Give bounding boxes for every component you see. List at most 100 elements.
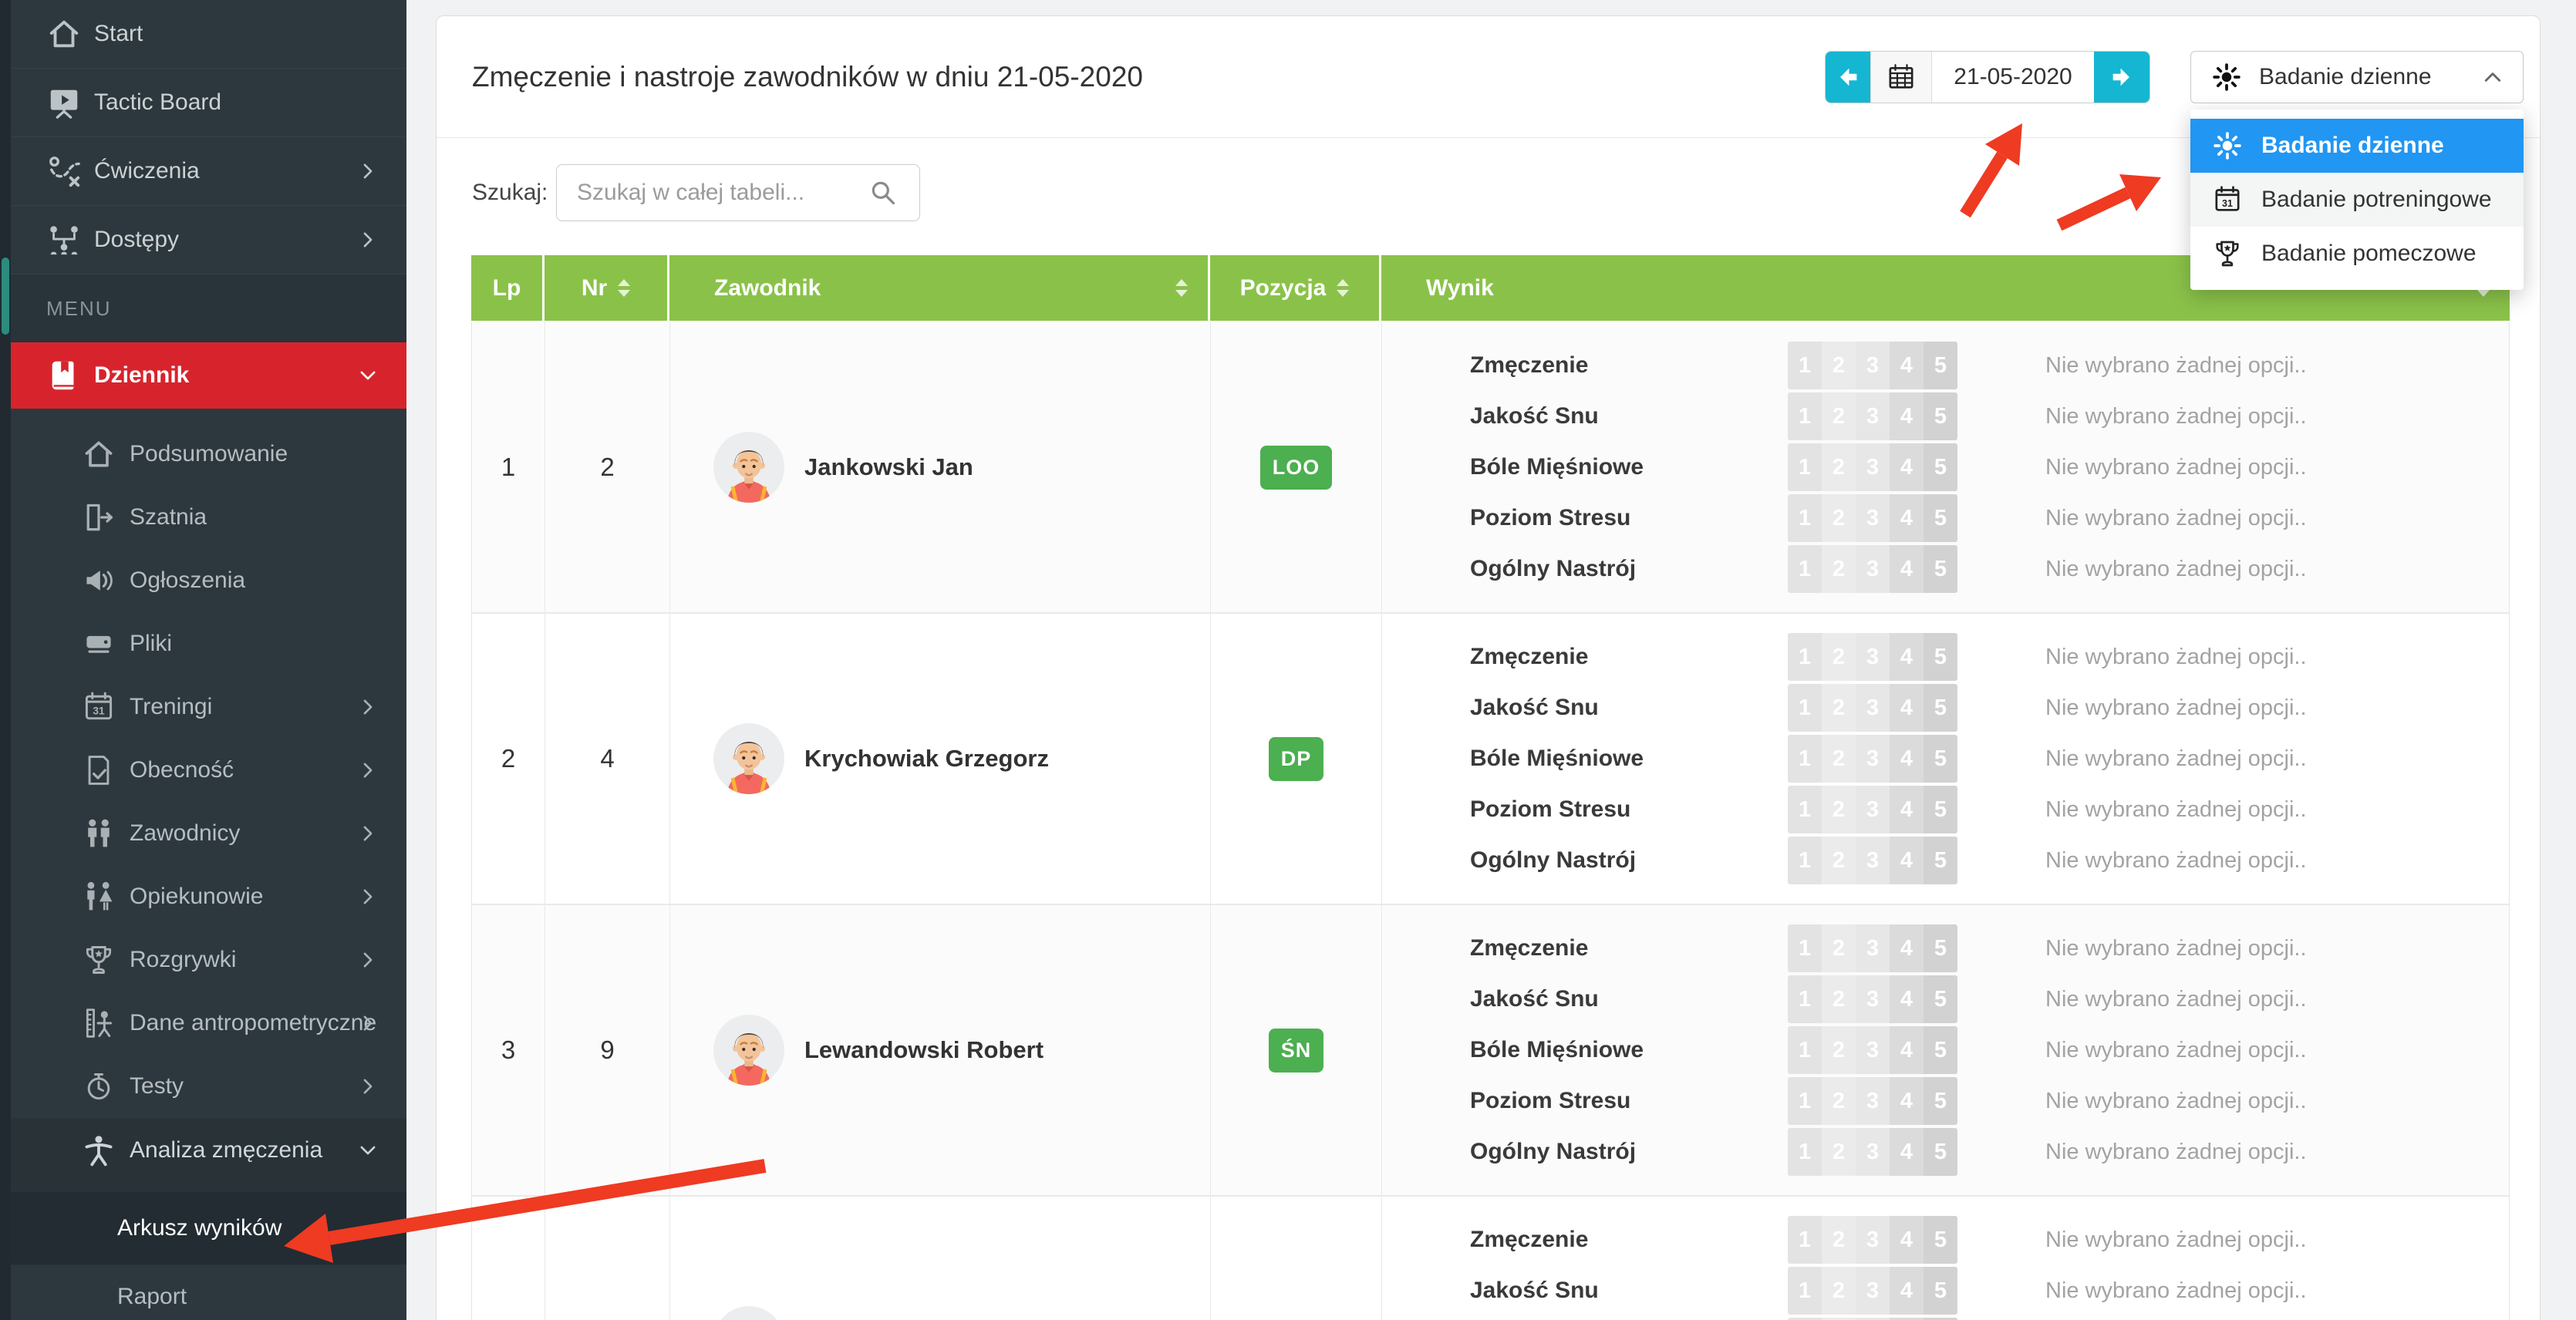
rating-button-1[interactable]: 1: [1788, 684, 1822, 732]
rating-button-4[interactable]: 4: [1890, 924, 1924, 972]
rating-button-3[interactable]: 3: [1856, 975, 1890, 1023]
rating-button-4[interactable]: 4: [1890, 633, 1924, 681]
rating-button-4[interactable]: 4: [1890, 342, 1924, 389]
rating-button-1[interactable]: 1: [1788, 545, 1822, 593]
sidebar-item-start[interactable]: Start: [11, 0, 406, 69]
rating-button-5[interactable]: 5: [1924, 633, 1957, 681]
rating-button-4[interactable]: 4: [1890, 392, 1924, 440]
rating-button-3[interactable]: 3: [1856, 786, 1890, 833]
rating-button-3[interactable]: 3: [1856, 1128, 1890, 1176]
rating-button-3[interactable]: 3: [1856, 924, 1890, 972]
rating-button-2[interactable]: 2: [1822, 494, 1856, 542]
rating-button-3[interactable]: 3: [1856, 545, 1890, 593]
rating-button-2[interactable]: 2: [1822, 633, 1856, 681]
sort-icon[interactable]: [1337, 279, 1349, 297]
rating-button-1[interactable]: 1: [1788, 633, 1822, 681]
sort-icon[interactable]: [618, 279, 630, 297]
rating-button-4[interactable]: 4: [1890, 1077, 1924, 1125]
rating-button-4[interactable]: 4: [1890, 443, 1924, 491]
rating-button-2[interactable]: 2: [1822, 975, 1856, 1023]
rating-button-2[interactable]: 2: [1822, 1077, 1856, 1125]
rating-button-4[interactable]: 4: [1890, 1128, 1924, 1176]
rating-button-4[interactable]: 4: [1890, 545, 1924, 593]
sidebar-item-wiczenia[interactable]: Ćwiczenia: [11, 137, 406, 206]
rating-button-5[interactable]: 5: [1924, 684, 1957, 732]
sidebar-item-rozgrywki[interactable]: Rozgrywki: [11, 928, 406, 992]
next-day-button[interactable]: [2094, 52, 2149, 103]
rating-button-2[interactable]: 2: [1822, 1267, 1856, 1315]
rating-button-5[interactable]: 5: [1924, 1077, 1957, 1125]
rating-button-1[interactable]: 1: [1788, 1128, 1822, 1176]
rating-button-1[interactable]: 1: [1788, 735, 1822, 783]
sidebar-item-tactic-board[interactable]: Tactic Board: [11, 69, 406, 137]
sidebar-item-obecno[interactable]: Obecność: [11, 739, 406, 802]
rating-button-5[interactable]: 5: [1924, 1128, 1957, 1176]
rating-button-3[interactable]: 3: [1856, 735, 1890, 783]
rating-button-2[interactable]: 2: [1822, 443, 1856, 491]
rating-button-2[interactable]: 2: [1822, 837, 1856, 884]
sidebar-item-zawodnicy[interactable]: Zawodnicy: [11, 802, 406, 865]
rating-button-2[interactable]: 2: [1822, 1216, 1856, 1264]
rating-button-4[interactable]: 4: [1890, 494, 1924, 542]
rating-button-2[interactable]: 2: [1822, 392, 1856, 440]
sidebar-item-testy[interactable]: Testy: [11, 1055, 406, 1118]
rating-button-3[interactable]: 3: [1856, 1216, 1890, 1264]
rating-button-1[interactable]: 1: [1788, 1026, 1822, 1074]
rating-button-4[interactable]: 4: [1890, 975, 1924, 1023]
survey-type-dropdown-button[interactable]: Badanie dzienne: [2190, 51, 2524, 103]
rating-button-2[interactable]: 2: [1822, 1128, 1856, 1176]
sidebar-item-dziennik[interactable]: Dziennik: [11, 342, 406, 409]
previous-day-button[interactable]: [1826, 52, 1870, 103]
rating-button-3[interactable]: 3: [1856, 1267, 1890, 1315]
dropdown-option-badanie-potreningowe[interactable]: 31Badanie potreningowe: [2190, 173, 2524, 227]
sort-icon[interactable]: [1175, 279, 1188, 297]
rating-button-1[interactable]: 1: [1788, 342, 1822, 389]
sidebar-item-analiza-zmeczenia[interactable]: Analiza zmęczenia: [11, 1118, 406, 1182]
rating-button-4[interactable]: 4: [1890, 735, 1924, 783]
rating-button-4[interactable]: 4: [1890, 837, 1924, 884]
rating-button-1[interactable]: 1: [1788, 1267, 1822, 1315]
rating-button-1[interactable]: 1: [1788, 494, 1822, 542]
rating-button-3[interactable]: 3: [1856, 392, 1890, 440]
rating-button-3[interactable]: 3: [1856, 1077, 1890, 1125]
rating-button-2[interactable]: 2: [1822, 786, 1856, 833]
rating-button-5[interactable]: 5: [1924, 924, 1957, 972]
sidebar-item-treningi[interactable]: 31Treningi: [11, 675, 406, 739]
rating-button-4[interactable]: 4: [1890, 1026, 1924, 1074]
date-display[interactable]: 21-05-2020: [1932, 52, 2094, 103]
rating-button-5[interactable]: 5: [1924, 392, 1957, 440]
calendar-button[interactable]: [1870, 52, 1932, 103]
rating-button-3[interactable]: 3: [1856, 684, 1890, 732]
rating-button-1[interactable]: 1: [1788, 1216, 1822, 1264]
rating-button-4[interactable]: 4: [1890, 786, 1924, 833]
rating-button-3[interactable]: 3: [1856, 443, 1890, 491]
sidebar-item-szatnia[interactable]: Szatnia: [11, 486, 406, 549]
rating-button-4[interactable]: 4: [1890, 1267, 1924, 1315]
rating-button-3[interactable]: 3: [1856, 633, 1890, 681]
rating-button-2[interactable]: 2: [1822, 924, 1856, 972]
rating-button-2[interactable]: 2: [1822, 545, 1856, 593]
sidebar-item-dost-py[interactable]: Dostępy: [11, 206, 406, 274]
rating-button-1[interactable]: 1: [1788, 443, 1822, 491]
sidebar-scrollbar-thumb[interactable]: [2, 258, 9, 335]
rating-button-5[interactable]: 5: [1924, 837, 1957, 884]
rating-button-5[interactable]: 5: [1924, 786, 1957, 833]
column-header-pozycja[interactable]: Pozycja: [1210, 255, 1381, 321]
column-header-nr[interactable]: Nr: [545, 255, 669, 321]
rating-button-3[interactable]: 3: [1856, 342, 1890, 389]
rating-button-1[interactable]: 1: [1788, 924, 1822, 972]
rating-button-3[interactable]: 3: [1856, 494, 1890, 542]
sidebar-item-podsumowanie[interactable]: Podsumowanie: [11, 423, 406, 486]
rating-button-1[interactable]: 1: [1788, 1077, 1822, 1125]
dropdown-option-badanie-dzienne[interactable]: Badanie dzienne: [2190, 119, 2524, 173]
search-input[interactable]: [556, 164, 920, 221]
rating-button-1[interactable]: 1: [1788, 786, 1822, 833]
rating-button-3[interactable]: 3: [1856, 837, 1890, 884]
rating-button-5[interactable]: 5: [1924, 342, 1957, 389]
sidebar-item-og-oszenia[interactable]: Ogłoszenia: [11, 549, 406, 612]
rating-button-1[interactable]: 1: [1788, 837, 1822, 884]
rating-button-4[interactable]: 4: [1890, 684, 1924, 732]
rating-button-5[interactable]: 5: [1924, 545, 1957, 593]
sidebar-item-opiekunowie[interactable]: Opiekunowie: [11, 865, 406, 928]
rating-button-2[interactable]: 2: [1822, 735, 1856, 783]
